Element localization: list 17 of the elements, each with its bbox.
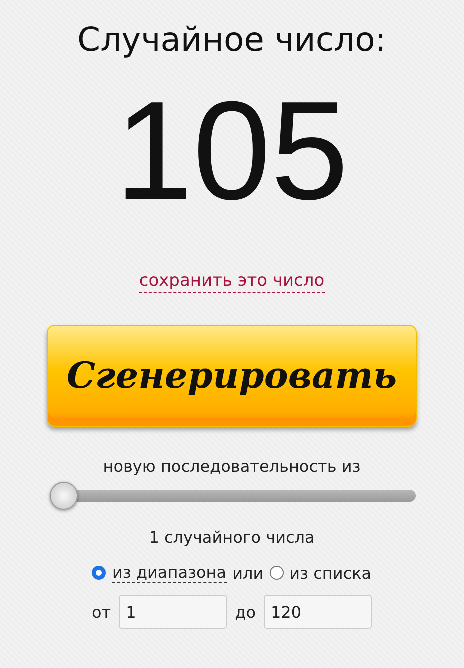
sequence-label: новую последовательность из: [103, 457, 361, 476]
save-number-link[interactable]: сохранить это число: [139, 270, 325, 293]
joiner-text: или: [232, 564, 264, 582]
count-slider[interactable]: [48, 482, 416, 510]
to-field[interactable]: 120: [264, 595, 372, 629]
count-label: 1 случайного числа: [149, 528, 315, 547]
generate-button[interactable]: Сгенерировать: [47, 325, 417, 427]
from-label: от: [92, 602, 112, 622]
source-option[interactable]: из списка: [290, 564, 372, 582]
from-field[interactable]: 1: [119, 595, 228, 629]
page-title: Случайное число:: [78, 19, 386, 61]
radio-button[interactable]: [270, 566, 284, 580]
to-label: до: [235, 602, 256, 622]
slider-thumb[interactable]: [50, 482, 78, 510]
random-number: 105: [115, 76, 349, 226]
radio-button[interactable]: [92, 566, 106, 580]
source-option[interactable]: из диапазона: [112, 563, 227, 583]
